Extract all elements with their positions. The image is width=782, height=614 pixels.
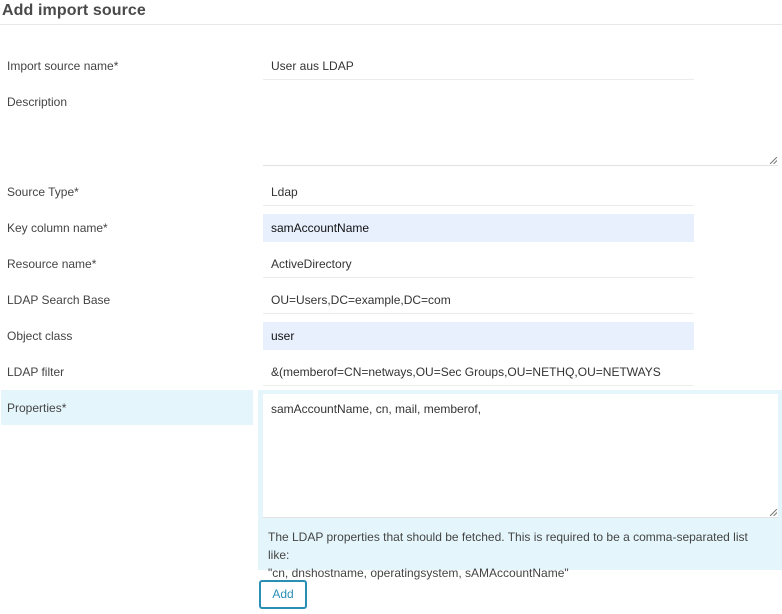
import-source-name-input[interactable]: User aus LDAP (263, 52, 694, 80)
add-button[interactable]: Add (259, 580, 307, 609)
description-label: Description (7, 95, 68, 109)
resize-handle-icon[interactable] (770, 509, 777, 516)
properties-hint-line-1: The LDAP properties that should be fetch… (268, 530, 748, 562)
source-type-label: Source Type* (7, 185, 79, 199)
resource-name-select[interactable]: ActiveDirectory (263, 250, 694, 278)
key-column-name-input[interactable]: samAccountName (263, 214, 694, 242)
resource-name-label: Resource name* (7, 257, 97, 271)
description-textarea[interactable] (263, 88, 778, 166)
properties-hint: The LDAP properties that should be fetch… (258, 520, 782, 580)
properties-value: samAccountName, cn, mail, memberof, (271, 402, 482, 416)
page-title: Add import source (2, 2, 146, 19)
ldap-search-base-input[interactable]: OU=Users,DC=example,DC=com (263, 286, 694, 314)
key-column-name-label: Key column name* (7, 221, 108, 235)
ldap-filter-label: LDAP filter (7, 365, 65, 379)
title-divider (0, 24, 782, 25)
object-class-input[interactable]: user (263, 322, 694, 350)
source-type-select[interactable]: Ldap (263, 178, 694, 206)
object-class-label: Object class (7, 329, 73, 343)
properties-textarea[interactable]: samAccountName, cn, mail, memberof, (263, 394, 778, 518)
ldap-filter-input[interactable]: &(memberof=CN=netways,OU=Sec Groups,OU=N… (263, 358, 694, 386)
properties-label: Properties* (7, 401, 67, 415)
ldap-search-base-label: LDAP Search Base (7, 293, 111, 307)
resize-handle-icon[interactable] (770, 157, 777, 164)
properties-hint-line-2: "cn, dnshostname, operatingsystem, sAMAc… (268, 566, 569, 580)
import-source-name-label: Import source name* (7, 59, 119, 73)
